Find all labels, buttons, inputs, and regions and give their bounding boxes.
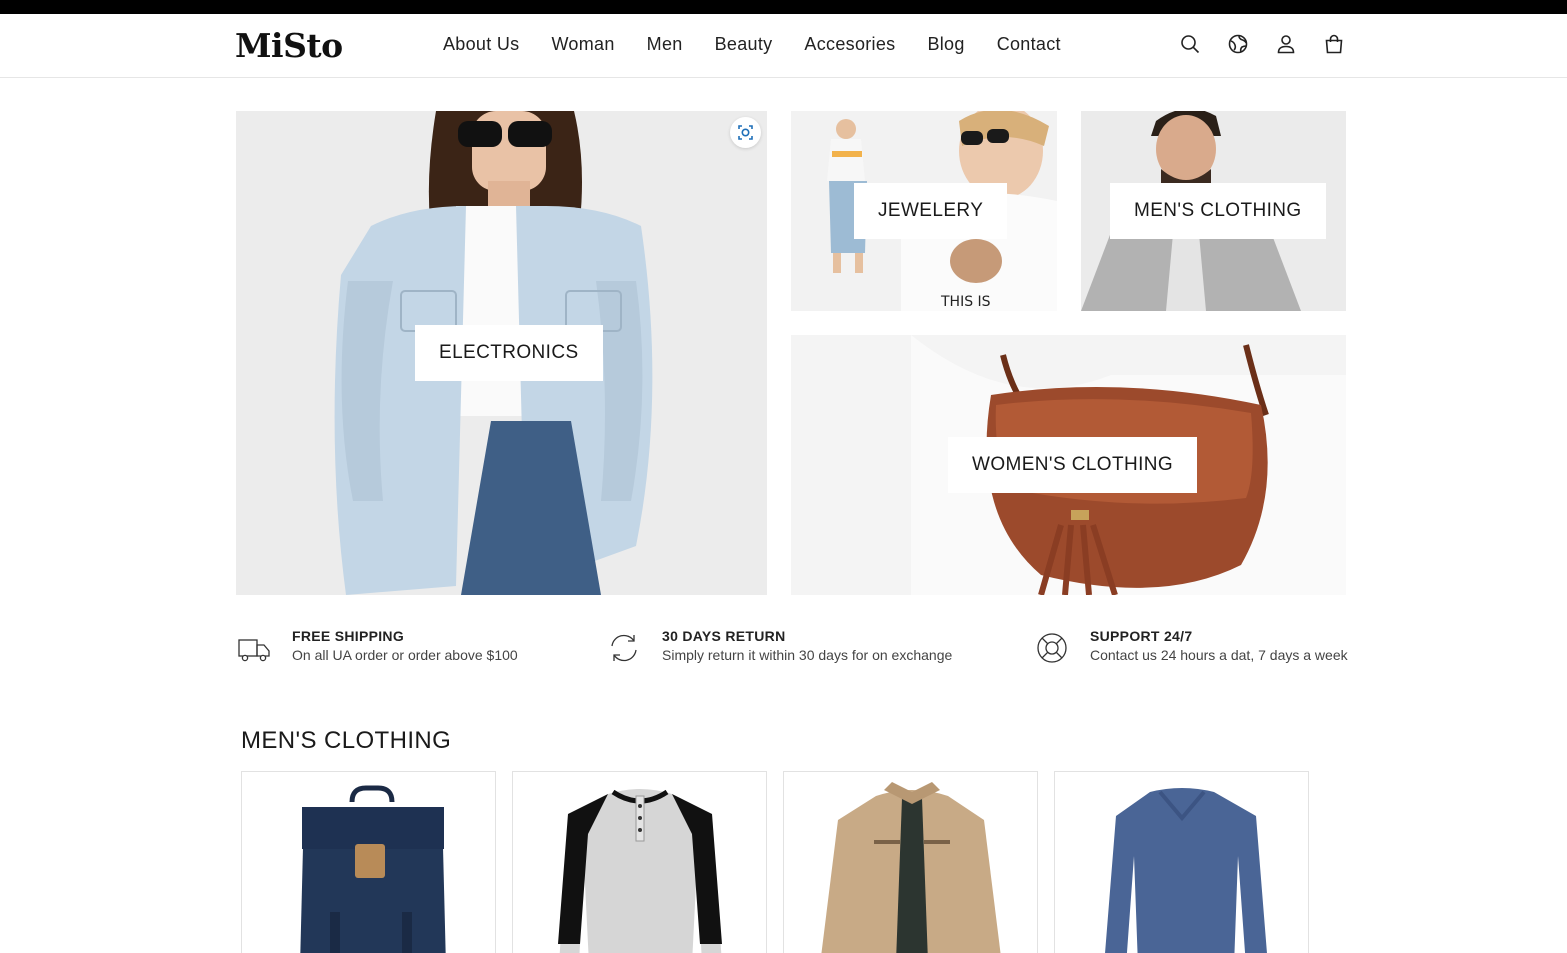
site-header: MiSto About Us Woman Men Beauty Accesori… <box>0 14 1567 78</box>
category-label-womens-clothing: WOMEN'S CLOTHING <box>948 437 1198 493</box>
nav-accesories[interactable]: Accesories <box>804 34 895 55</box>
header-icons <box>1178 32 1346 56</box>
top-bar <box>0 0 1567 14</box>
refresh-icon <box>606 630 642 666</box>
feature-desc: Contact us 24 hours a dat, 7 days a week <box>1090 647 1348 663</box>
logo[interactable]: MiSto <box>235 26 343 65</box>
visual-search-icon[interactable] <box>730 117 761 148</box>
svg-text:THIS IS: THIS IS <box>940 294 991 310</box>
product-card-jacket[interactable] <box>783 771 1038 953</box>
main-nav: About Us Woman Men Beauty Accesories Blo… <box>443 34 1093 55</box>
category-tile-electronics[interactable]: ELECTRONICS <box>236 111 767 595</box>
product-image-longsleeve <box>1105 788 1267 953</box>
nav-contact[interactable]: Contact <box>997 34 1061 55</box>
user-icon[interactable] <box>1274 32 1298 56</box>
shopping-bag-icon[interactable] <box>1322 32 1346 56</box>
category-tile-jewelery[interactable]: THIS IS JEWELERY <box>791 111 1057 311</box>
category-label-electronics: ELECTRONICS <box>415 325 603 381</box>
truck-icon <box>236 630 272 666</box>
nav-men[interactable]: Men <box>647 34 683 55</box>
product-card-henley[interactable] <box>512 771 767 953</box>
nav-beauty[interactable]: Beauty <box>715 34 773 55</box>
feature-desc: Simply return it within 30 days for on e… <box>662 647 953 663</box>
product-image-henley <box>558 789 722 953</box>
feature-title: SUPPORT 24/7 <box>1090 628 1193 644</box>
category-tile-womens-clothing[interactable]: WOMEN'S CLOTHING <box>791 335 1346 595</box>
product-image-jacket <box>821 782 1001 953</box>
feature-title: FREE SHIPPING <box>292 628 405 644</box>
feature-desc: On all UA order or order above $100 <box>292 647 518 663</box>
lifebuoy-icon <box>1034 630 1070 666</box>
feature-title: 30 DAYS RETURN <box>662 628 786 644</box>
feature-free-shipping: FREE SHIPPING On all UA order or order a… <box>236 626 556 676</box>
category-tile-mens-clothing[interactable]: MEN'S CLOTHING <box>1081 111 1346 311</box>
category-label-jewelery: JEWELERY <box>854 183 1008 239</box>
nav-woman[interactable]: Woman <box>551 34 614 55</box>
product-card-backpack[interactable] <box>241 771 496 953</box>
nav-about-us[interactable]: About Us <box>443 34 519 55</box>
nav-blog[interactable]: Blog <box>927 34 964 55</box>
product-card-longsleeve[interactable] <box>1054 771 1309 953</box>
feature-30-days-return: 30 DAYS RETURN Simply return it within 3… <box>606 626 986 676</box>
section-title: MEN'S CLOTHING <box>241 727 452 754</box>
feature-support: SUPPORT 24/7 Contact us 24 hours a dat, … <box>1034 626 1348 676</box>
features-bar: FREE SHIPPING On all UA order or order a… <box>236 626 1348 676</box>
product-image-backpack <box>300 785 446 953</box>
search-icon[interactable] <box>1178 32 1202 56</box>
category-label-mens-clothing: MEN'S CLOTHING <box>1110 183 1326 239</box>
globe-icon[interactable] <box>1226 32 1250 56</box>
